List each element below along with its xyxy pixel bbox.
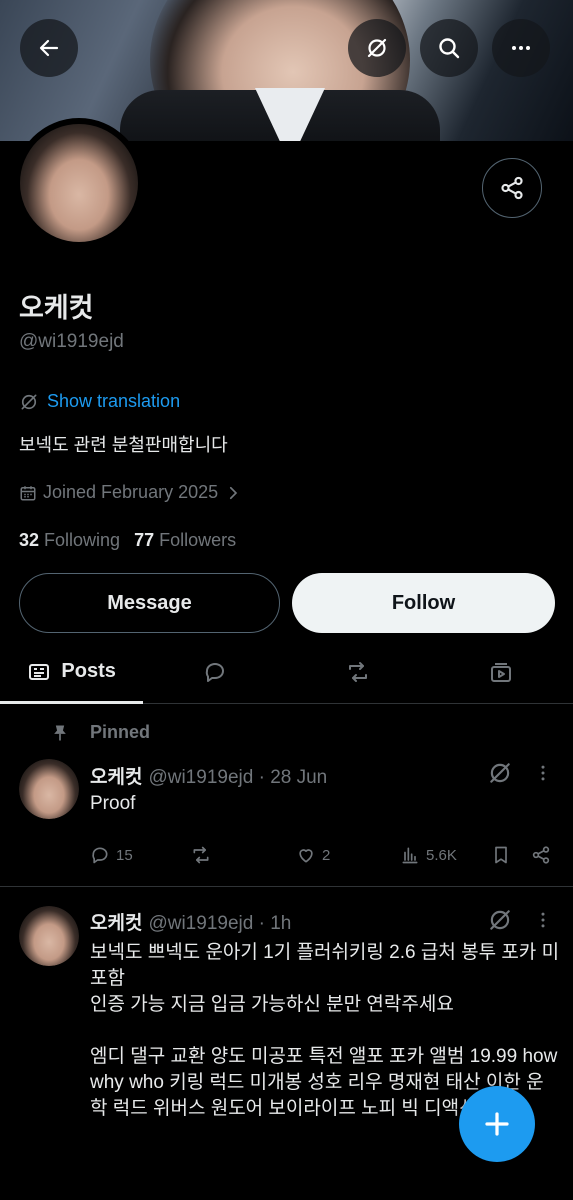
reply-icon	[205, 662, 224, 682]
repost-icon	[193, 846, 209, 864]
followers-link[interactable]: 77 Followers	[134, 530, 236, 551]
show-translation-label: Show translation	[47, 391, 181, 411]
like-button[interactable]: 2	[296, 845, 330, 865]
translate-button[interactable]	[348, 19, 406, 77]
repost-button[interactable]	[191, 845, 211, 865]
avatar-image	[19, 906, 79, 966]
share-profile-button[interactable]	[482, 158, 542, 218]
pinned-label: Pinned	[90, 722, 151, 742]
translate-icon	[367, 38, 387, 58]
show-translation-link[interactable]: Show translation	[19, 391, 180, 412]
reply-count: 15	[116, 846, 133, 864]
more-horizontal-icon	[512, 46, 530, 50]
following-count: 32	[19, 530, 40, 550]
translate-icon[interactable]	[487, 760, 513, 786]
bookmark-icon	[495, 846, 507, 864]
post-text: Proof	[90, 793, 136, 814]
post-actions: 15 2 5.6K	[90, 845, 560, 871]
translate-icon[interactable]	[487, 907, 513, 933]
like-count: 2	[322, 846, 331, 864]
posts-icon	[29, 663, 50, 680]
following-link[interactable]: 32 Following	[19, 530, 120, 551]
chevron-right-icon	[230, 486, 238, 499]
joined-date[interactable]: Joined February 2025	[19, 482, 242, 503]
views-icon	[402, 847, 418, 864]
post-author-name[interactable]: 오케컷	[90, 913, 142, 934]
plus-icon	[485, 1112, 509, 1136]
views-button[interactable]: 5.6K	[400, 845, 457, 865]
calendar-icon	[20, 485, 36, 500]
back-button[interactable]	[20, 19, 78, 77]
profile-tabs: Posts	[0, 640, 573, 704]
post-avatar[interactable]	[19, 759, 79, 819]
display-name: 오케컷	[19, 293, 94, 323]
tab-reposts[interactable]	[287, 640, 430, 703]
compose-post-button[interactable]	[459, 1086, 535, 1162]
repost-icon	[349, 661, 368, 682]
profile-avatar[interactable]	[14, 118, 144, 248]
avatar-image	[20, 124, 138, 242]
search-button[interactable]	[420, 19, 478, 77]
post-header: 오케컷 @wi1919ejd · 1h	[90, 908, 291, 935]
heart-icon	[299, 849, 313, 863]
avatar-image	[19, 759, 79, 819]
tab-posts[interactable]: Posts	[0, 640, 144, 704]
tab-replies[interactable]	[143, 640, 286, 703]
search-icon	[439, 38, 460, 59]
share-icon	[532, 846, 550, 864]
pinned-indicator: Pinned	[50, 722, 150, 743]
follow-button[interactable]: Follow	[292, 573, 555, 633]
more-options-button[interactable]	[492, 19, 550, 77]
profile-bio: 보넥도 관련 분철판매합니다	[19, 435, 228, 455]
followers-count: 77	[134, 530, 155, 550]
media-icon	[491, 662, 512, 682]
pin-icon	[54, 725, 66, 740]
following-label: Following	[44, 530, 121, 550]
post-avatar[interactable]	[19, 906, 79, 966]
arrow-left-icon	[39, 39, 59, 57]
post-divider	[0, 886, 573, 887]
reply-button[interactable]: 15	[90, 845, 133, 865]
reply-icon	[92, 847, 108, 864]
translate-icon	[21, 394, 37, 409]
tab-posts-label: Posts	[61, 660, 116, 682]
bookmark-button[interactable]	[491, 845, 511, 865]
follow-stats: 32 Following 77 Followers	[19, 530, 236, 551]
views-count: 5.6K	[426, 846, 457, 864]
more-vertical-icon[interactable]	[533, 763, 553, 783]
post-author-name[interactable]: 오케컷	[90, 767, 142, 788]
post-meta: @wi1919ejd · 28 Jun	[148, 767, 328, 788]
username-handle: @wi1919ejd	[19, 331, 124, 352]
joined-label: Joined February 2025	[43, 482, 219, 502]
tab-media[interactable]	[430, 640, 573, 703]
followers-label: Followers	[159, 530, 237, 550]
share-icon	[501, 176, 523, 200]
more-vertical-icon[interactable]	[533, 910, 553, 930]
post-meta: @wi1919ejd · 1h	[148, 913, 292, 934]
post-header: 오케컷 @wi1919ejd · 28 Jun	[90, 762, 327, 789]
share-button[interactable]	[531, 845, 551, 865]
message-button[interactable]: Message	[19, 573, 280, 633]
